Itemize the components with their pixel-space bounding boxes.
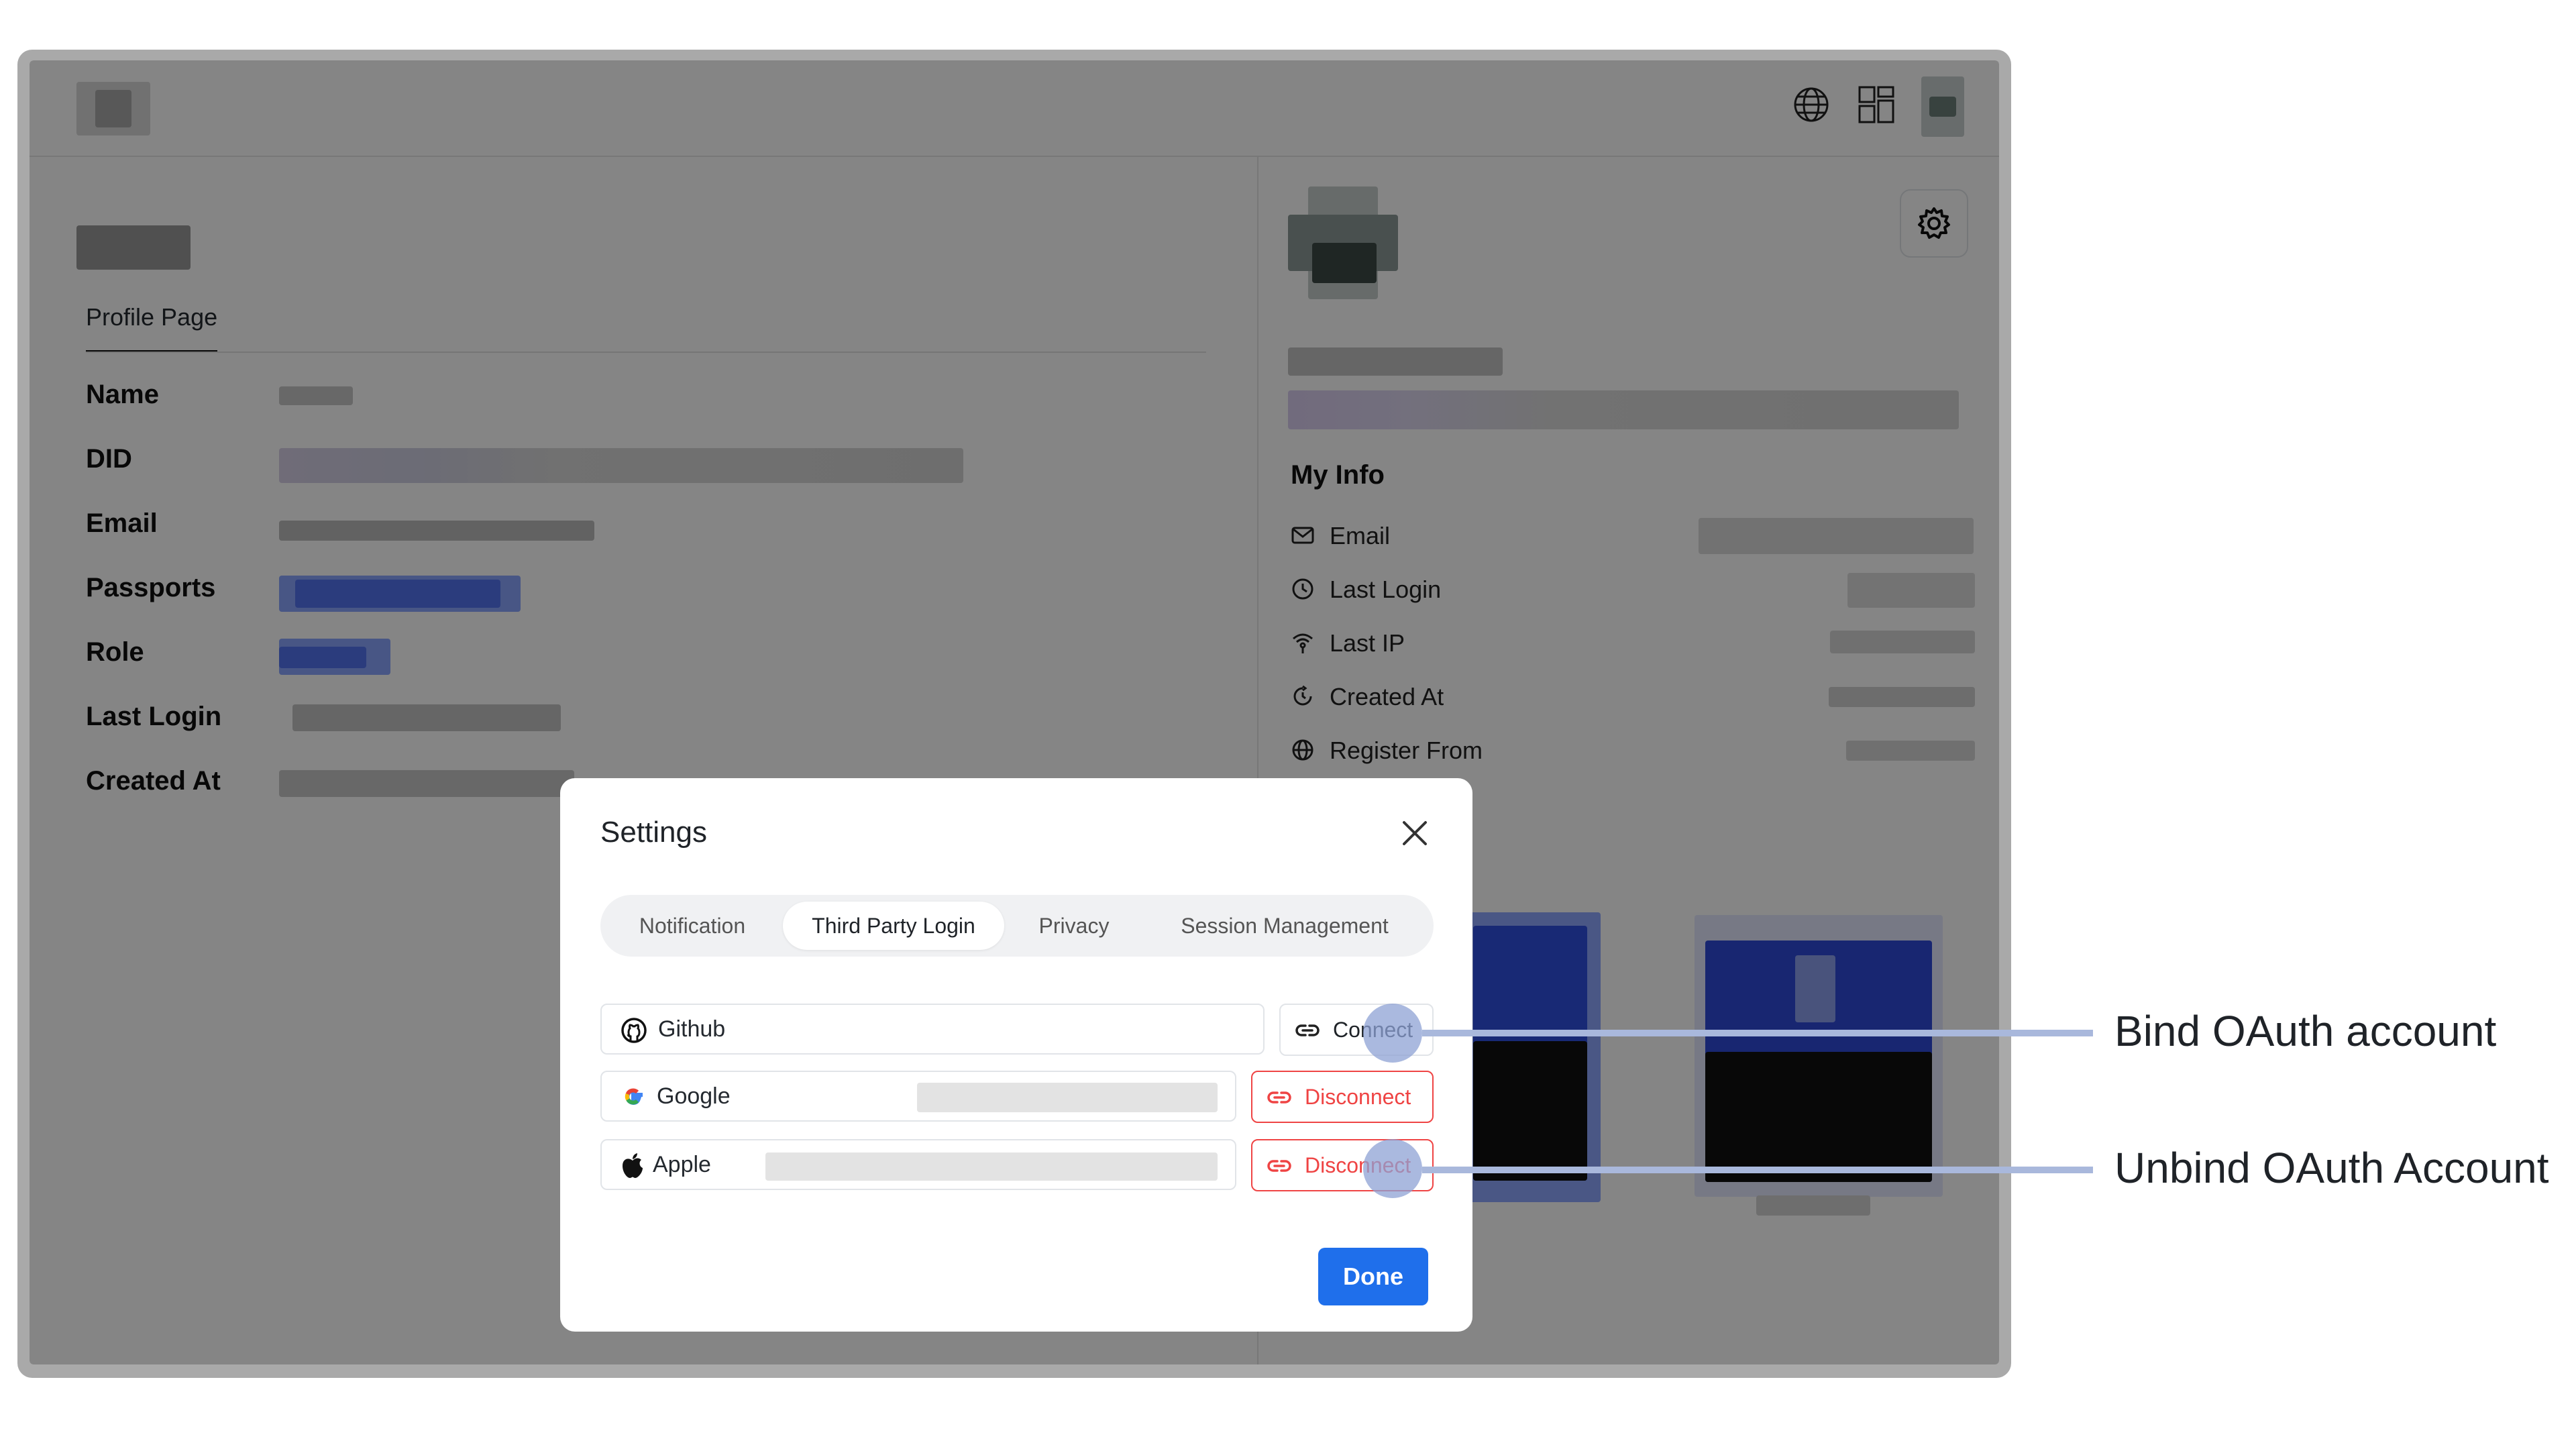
provider-name-github: Github — [658, 1016, 726, 1042]
annotation-line-bind — [1422, 1030, 2093, 1036]
apple-account-blurred — [765, 1152, 1218, 1181]
settings-tabs: Notification Third Party Login Privacy S… — [600, 895, 1434, 957]
tab-privacy[interactable]: Privacy — [1012, 902, 1136, 950]
google-icon — [625, 1088, 643, 1106]
provider-row-github: Github — [600, 1004, 1265, 1055]
annotation-line-unbind — [1422, 1167, 2093, 1173]
provider-name-google: Google — [657, 1083, 731, 1109]
annotation-unbind: Unbind OAuth Account — [2114, 1144, 2549, 1192]
link-icon — [1295, 1024, 1320, 1036]
done-button[interactable]: Done — [1318, 1248, 1428, 1305]
apple-icon — [623, 1153, 643, 1178]
unlink-icon — [1267, 1091, 1291, 1104]
github-icon — [621, 1018, 647, 1043]
annotation-dot-unbind — [1363, 1139, 1422, 1198]
settings-modal: Settings Notification Third Party Login … — [560, 778, 1472, 1332]
google-account-blurred — [917, 1083, 1218, 1112]
provider-name-apple: Apple — [653, 1152, 711, 1177]
provider-row-apple: Apple — [600, 1139, 1236, 1190]
modal-title: Settings — [600, 816, 707, 849]
annotation-dot-bind — [1363, 1004, 1422, 1063]
tab-third-party-login[interactable]: Third Party Login — [783, 902, 1004, 950]
tab-notification[interactable]: Notification — [615, 902, 769, 950]
unlink-icon — [1267, 1160, 1291, 1172]
disconnect-button-label: Disconnect — [1305, 1085, 1411, 1109]
annotation-bind: Bind OAuth account — [2114, 1007, 2497, 1055]
close-icon[interactable] — [1399, 817, 1431, 849]
disconnect-button-google[interactable]: Disconnect — [1251, 1071, 1434, 1123]
tab-session-management[interactable]: Session Management — [1149, 902, 1420, 950]
provider-row-google: Google — [600, 1071, 1236, 1122]
